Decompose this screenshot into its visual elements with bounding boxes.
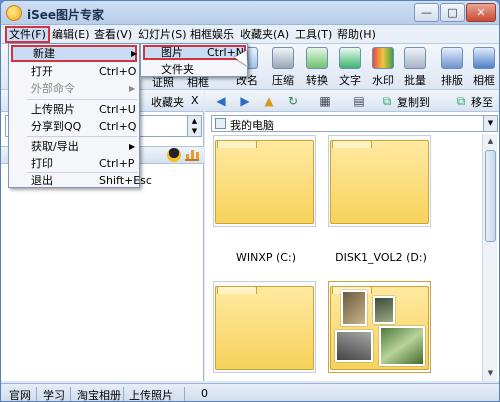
tab-favorites[interactable]: 收藏夹 <box>151 94 184 110</box>
menu-item-open[interactable]: 打开 Ctrl+O <box>11 63 137 80</box>
minimize-button[interactable]: — <box>414 3 439 22</box>
menu-slideshow[interactable]: 幻灯片(S) <box>136 26 189 43</box>
status-bar: 官网 学习 淘宝相册 上传照片 0 <box>1 383 499 401</box>
isee-app-icon <box>6 5 22 21</box>
layout-tool-button[interactable]: 排版 <box>436 47 468 89</box>
address-value: 我的电脑 <box>230 119 274 132</box>
status-link-upload[interactable]: 上传照片 <box>129 387 173 401</box>
compress-tool-button[interactable]: 压缩 <box>267 47 299 89</box>
scroll-up-icon[interactable]: ▲ <box>484 135 497 148</box>
menu-item-exit[interactable]: 退出 Shift+Esc <box>11 172 152 189</box>
copy-to-button[interactable]: 复制到 <box>397 94 430 110</box>
sort-icon[interactable]: ▤ <box>351 93 367 109</box>
forward-arrow-icon[interactable]: ▶ <box>237 93 253 109</box>
status-link-learn[interactable]: 学习 <box>43 387 65 401</box>
frame-icon <box>473 47 495 69</box>
refresh-icon[interactable]: ↻ <box>285 93 301 109</box>
move-to-button[interactable]: 移至 <box>471 94 493 110</box>
status-divider <box>184 387 185 401</box>
frame-tool-button[interactable]: 相框 <box>468 47 499 89</box>
close-pane-button[interactable]: X <box>191 94 199 107</box>
spin-up-icon[interactable]: ▲ <box>187 116 201 126</box>
status-link-taobao-album[interactable]: 淘宝相册 <box>77 387 121 401</box>
menu-view[interactable]: 查看(V) <box>92 26 134 43</box>
back-arrow-icon[interactable]: ◀ <box>213 93 229 109</box>
copy-to-icon[interactable]: ⧉ <box>379 93 395 109</box>
nav-toolbar: ◀ ▶ ▲ ↻ ▦ ▤ ⧉ 复制到 ⧉ 移至 <box>205 90 499 112</box>
menu-separator <box>27 99 137 100</box>
menu-item-share-qq[interactable]: 分享到QQ Ctrl+Q <box>11 118 137 135</box>
submenu-arrow-icon: ▶ <box>129 84 136 93</box>
address-bar[interactable]: 我的电脑 ▼ <box>211 115 498 132</box>
watermark-tool-button[interactable]: 水印 <box>367 47 399 89</box>
computer-icon <box>215 118 226 129</box>
status-divider <box>123 387 124 401</box>
convert-icon <box>306 47 328 69</box>
photo-thumbnail <box>379 326 425 366</box>
watermark-icon <box>372 47 394 69</box>
thumbnail-folder-3[interactable] <box>213 281 316 373</box>
file-menu-popup: 新建 ▶ 打开 Ctrl+O 外部命令 ▶ 上传照片 Ctrl+U 分享到QQ … <box>8 43 152 189</box>
spin-down-icon[interactable]: ▼ <box>187 126 201 136</box>
batch-tool-button[interactable]: 批量 <box>399 47 431 89</box>
menu-edit[interactable]: 编辑(E) <box>50 26 92 43</box>
folder-icon <box>215 286 314 370</box>
menu-favorites[interactable]: 收藏夹(A) <box>238 26 291 43</box>
scroll-thumb[interactable] <box>485 150 496 242</box>
photo-thumbnail <box>341 290 367 326</box>
thumbnail-drive-d[interactable] <box>328 135 431 227</box>
move-to-icon[interactable]: ⧉ <box>453 93 469 109</box>
bar-chart-icon[interactable] <box>185 149 199 161</box>
thumbnail-label: WINXP (C:) <box>236 251 296 264</box>
layout-icon <box>441 47 463 69</box>
close-button[interactable]: ✕ <box>466 3 496 22</box>
compress-icon <box>272 47 294 69</box>
menu-frame-fun[interactable]: 相框娱乐 <box>188 26 236 43</box>
batch-icon <box>404 47 426 69</box>
status-divider <box>36 387 37 401</box>
vertical-scrollbar[interactable]: ▲ ▼ <box>482 134 497 381</box>
thumbnail-folder-4[interactable] <box>328 281 431 373</box>
new-submenu-popup: 图片 Ctrl+N 文件夹 <box>140 43 248 77</box>
maximize-button[interactable]: □ <box>440 3 465 22</box>
menu-item-upload[interactable]: 上传照片 Ctrl+U <box>11 101 137 118</box>
menu-tools[interactable]: 工具(T) <box>293 26 334 43</box>
menu-item-import-export[interactable]: 获取/导出 ▶ <box>11 138 137 155</box>
submenu-item-folder[interactable]: 文件夹 <box>143 62 246 77</box>
menu-item-external-command: 外部命令 ▶ <box>31 82 136 95</box>
menu-help[interactable]: 帮助(H) <box>335 26 378 43</box>
view-mode-icon[interactable]: ▦ <box>317 93 333 109</box>
convert-tool-button[interactable]: 转换 <box>301 47 333 89</box>
photo-thumbnail <box>373 296 395 324</box>
menu-item-new[interactable]: 新建 ▶ <box>11 45 137 62</box>
submenu-arrow-icon: ▶ <box>131 49 138 58</box>
qq-icon[interactable] <box>167 148 181 162</box>
thumbnail-label: DISK1_VOL2 (D:) <box>335 251 427 264</box>
address-dropdown-icon[interactable]: ▼ <box>483 116 497 131</box>
submenu-item-image[interactable]: 图片 Ctrl+N <box>143 45 246 60</box>
submenu-arrow-icon: ▶ <box>129 142 136 151</box>
status-divider <box>70 387 71 401</box>
status-link-official[interactable]: 官网 <box>9 387 31 401</box>
title-bar[interactable]: iSee图片专家 — □ ✕ <box>1 1 499 25</box>
thumbnail-drive-c[interactable] <box>213 135 316 227</box>
photo-thumbnail <box>335 330 373 362</box>
scroll-down-icon[interactable]: ▼ <box>484 367 497 380</box>
folder-up-icon[interactable]: ▲ <box>261 93 277 109</box>
folder-icon <box>215 140 314 224</box>
menu-item-print[interactable]: 打印 Ctrl+P <box>11 155 137 172</box>
folder-icon <box>330 140 429 224</box>
menu-separator <box>27 136 137 137</box>
window-title: iSee图片专家 <box>27 8 105 22</box>
text-tool-button[interactable]: 文字 <box>334 47 366 89</box>
app-window: iSee图片专家 — □ ✕ 文件(F) 编辑(E) 查看(V) 幻灯片(S) … <box>0 0 500 402</box>
menu-bar: 文件(F) 编辑(E) 查看(V) 幻灯片(S) 相框娱乐 收藏夹(A) 工具(… <box>1 25 499 44</box>
status-count: 0 <box>201 387 208 400</box>
menu-file[interactable]: 文件(F) <box>5 26 50 43</box>
text-icon <box>339 47 361 69</box>
